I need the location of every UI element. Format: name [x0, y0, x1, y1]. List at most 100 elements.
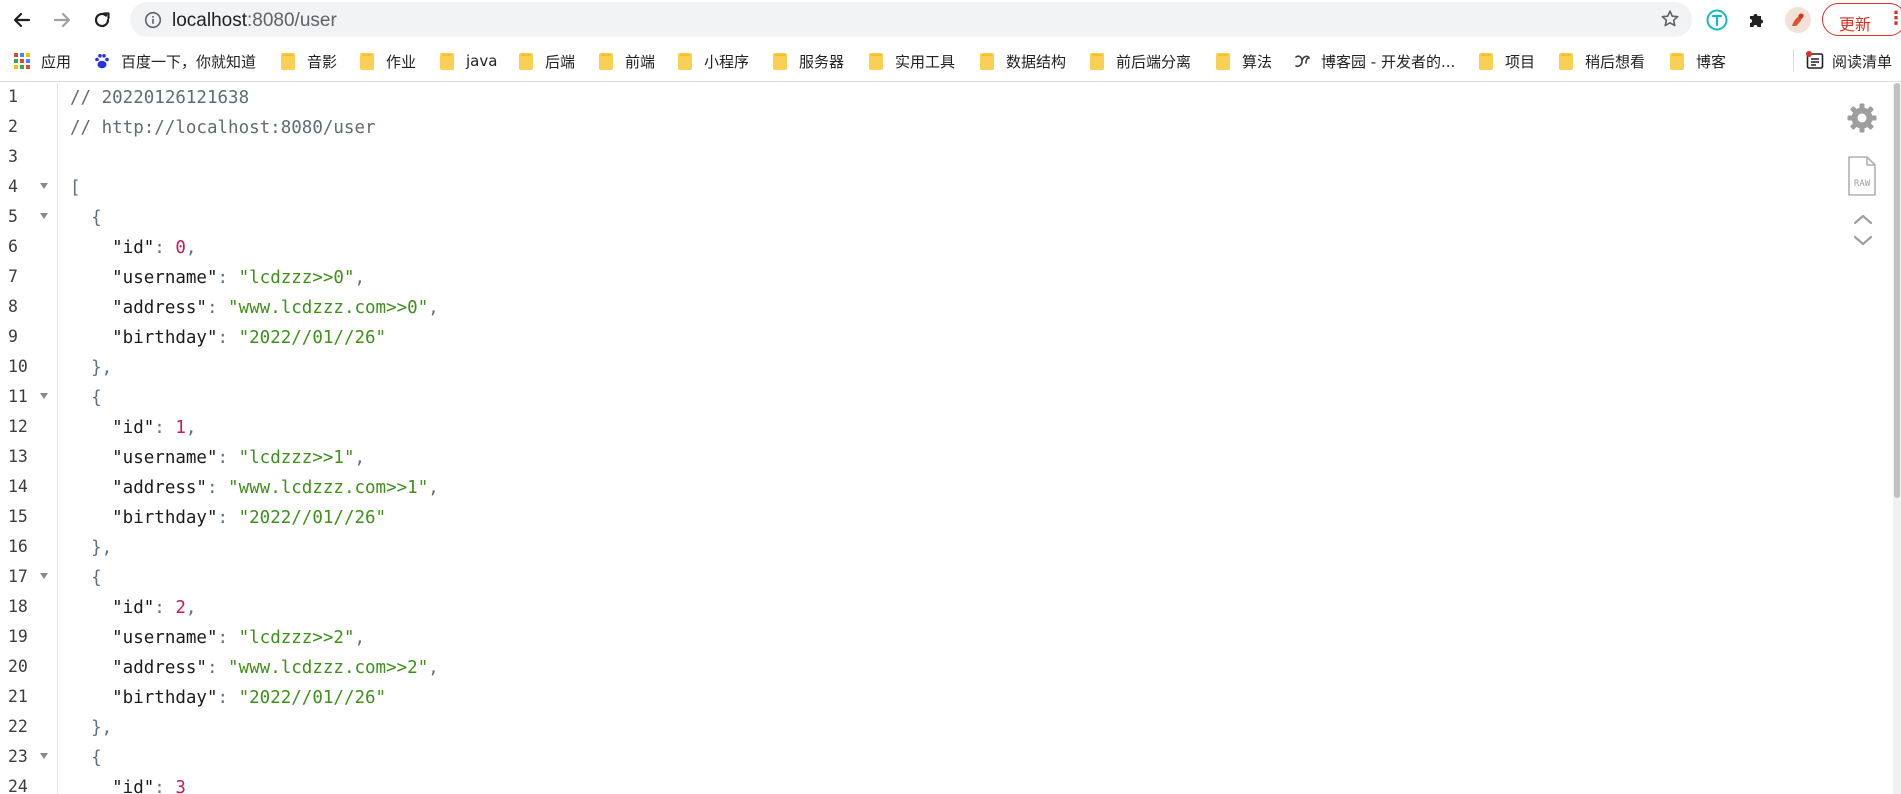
- bookmark-folder[interactable]: 前后端分离: [1087, 49, 1191, 73]
- code-line: "address": "www.lcdzzz.com>>1",: [70, 473, 439, 503]
- json-key-token: "birthday": [70, 328, 218, 348]
- gutter-line: 12: [0, 413, 58, 443]
- bookmark-baidu[interactable]: 百度一下，你就知道: [92, 49, 256, 73]
- folder-icon: [278, 51, 298, 71]
- bookmark-folder[interactable]: 博客: [1667, 49, 1726, 73]
- json-key-token: "username": [70, 268, 218, 288]
- bookmark-folder[interactable]: 作业: [357, 49, 416, 73]
- reload-icon[interactable]: [86, 5, 118, 35]
- bookmark-folder[interactable]: 后端: [516, 49, 575, 73]
- bookmark-label: 服务器: [799, 52, 845, 71]
- bookmark-folder[interactable]: 小程序: [675, 49, 749, 73]
- baidu-paw-icon: [92, 51, 112, 71]
- gutter-line: 24: [0, 773, 58, 794]
- line-number: 1: [8, 87, 18, 106]
- json-str-token: "lcdzzz>>1": [238, 448, 355, 468]
- bookmark-label: 博客园 - 开发者的...: [1321, 52, 1456, 71]
- apps-grid-icon: [12, 51, 32, 71]
- line-number: 2: [8, 117, 18, 136]
- code-line: // http://localhost:8080/user: [70, 113, 376, 143]
- json-punct-token: ,: [185, 238, 197, 258]
- json-punct-token: },: [70, 718, 113, 738]
- code-line: "username": "lcdzzz>>0",: [70, 263, 365, 293]
- json-punct-token: :: [217, 508, 239, 528]
- bookmark-cnblogs[interactable]: 博客园 - 开发者的...: [1292, 49, 1455, 73]
- bookmark-folder[interactable]: 音影: [278, 49, 337, 73]
- json-num-token: 2: [175, 598, 186, 618]
- scrollbar-thumb[interactable]: [1894, 83, 1900, 498]
- bookmark-label: 前后端分离: [1116, 52, 1192, 71]
- line-number: 3: [8, 147, 18, 166]
- info-icon[interactable]: [144, 11, 162, 34]
- bookmark-apps[interactable]: 应用: [12, 49, 71, 73]
- bookmark-label: 数据结构: [1006, 52, 1067, 71]
- bookmark-folder[interactable]: 项目: [1476, 49, 1535, 73]
- settings-gear-icon[interactable]: [1844, 100, 1880, 136]
- json-punct-token: },: [70, 358, 113, 378]
- bookmark-folder[interactable]: 数据结构: [977, 49, 1066, 73]
- gutter-line: 6: [0, 233, 58, 263]
- address-bar[interactable]: localhost:8080/user: [130, 2, 1692, 37]
- json-punct-token: :: [217, 688, 239, 708]
- reading-list-icon: [1805, 51, 1825, 71]
- json-punct-token: :: [217, 448, 239, 468]
- bookmark-folder[interactable]: 实用工具: [866, 49, 955, 73]
- star-icon[interactable]: [1660, 9, 1680, 34]
- json-punct-token: ,: [354, 448, 366, 468]
- bookmark-folder[interactable]: java: [437, 49, 497, 73]
- url-text[interactable]: localhost:8080/user: [172, 10, 337, 32]
- code-line: },: [70, 533, 112, 563]
- json-str-token: "2022//01//26": [238, 688, 387, 708]
- code-line: "birthday": "2022//01//26": [70, 683, 386, 713]
- raw-file-icon[interactable]: RAW: [1845, 155, 1879, 197]
- gutter-line: 18: [0, 593, 58, 623]
- line-number-gutter: 1 2 3 4 5 6 7 8 9 10 11 12 13 14 15 16 17 18 19 20 21 22 23 24: [0, 83, 58, 794]
- gutter-line: 2: [0, 113, 58, 143]
- forward-arrow-icon[interactable]: [46, 5, 78, 35]
- code-line: },: [70, 713, 112, 743]
- chevron-up-icon[interactable]: [1851, 211, 1875, 227]
- json-comment-token: // http://localhost:8080/user: [70, 118, 376, 138]
- fold-toggle-icon[interactable]: [40, 183, 48, 189]
- line-number: 9: [8, 327, 18, 346]
- folder-icon: [357, 51, 377, 71]
- json-punct-token: :: [206, 658, 229, 678]
- line-number: 22: [8, 717, 28, 736]
- bookmark-label: 博客: [1696, 52, 1727, 71]
- code-line: {: [70, 563, 102, 593]
- puzzle-extensions-icon[interactable]: [1745, 8, 1769, 32]
- bookmark-label: 百度一下，你就知道: [121, 52, 257, 71]
- line-number: 17: [8, 567, 28, 586]
- reading-list-button[interactable]: 阅读清单: [1805, 49, 1892, 73]
- gutter-line: 20: [0, 653, 58, 683]
- menu-kebab-icon[interactable]: ⋮: [1887, 8, 1901, 29]
- folder-icon: [675, 51, 695, 71]
- bookmark-folder[interactable]: 服务器: [770, 49, 844, 73]
- profile-avatar-icon[interactable]: [1784, 6, 1812, 34]
- gutter-line: 3: [0, 143, 58, 173]
- json-punct-token: {: [70, 388, 102, 408]
- bookmark-folder[interactable]: 前端: [596, 49, 655, 73]
- line-number: 5: [8, 207, 18, 226]
- line-number: 8: [8, 297, 18, 316]
- back-arrow-icon[interactable]: [6, 5, 38, 35]
- bookmark-folder[interactable]: 算法: [1213, 49, 1272, 73]
- chevron-down-icon[interactable]: [1851, 233, 1875, 249]
- json-punct-token: :: [217, 328, 239, 348]
- json-punct-token: [: [70, 178, 81, 198]
- url-host: localhost: [172, 10, 247, 31]
- json-comment-token: // 20220126121638: [70, 88, 250, 108]
- gutter-line: 11: [0, 383, 58, 413]
- fold-toggle-icon[interactable]: [40, 753, 48, 759]
- bookmark-folder[interactable]: 稍后想看: [1556, 49, 1645, 73]
- bookmark-label: 算法: [1242, 52, 1273, 71]
- fold-toggle-icon[interactable]: [40, 573, 48, 579]
- fold-toggle-icon[interactable]: [40, 213, 48, 219]
- bookmark-label: 音影: [307, 52, 338, 71]
- update-button[interactable]: 更新 ⋮: [1822, 3, 1901, 36]
- translate-extension-icon[interactable]: [1705, 8, 1729, 32]
- reading-list-label: 阅读清单: [1832, 52, 1893, 71]
- json-punct-token: ,: [428, 658, 439, 678]
- fold-toggle-icon[interactable]: [40, 393, 48, 399]
- json-punct-token: {: [70, 748, 102, 768]
